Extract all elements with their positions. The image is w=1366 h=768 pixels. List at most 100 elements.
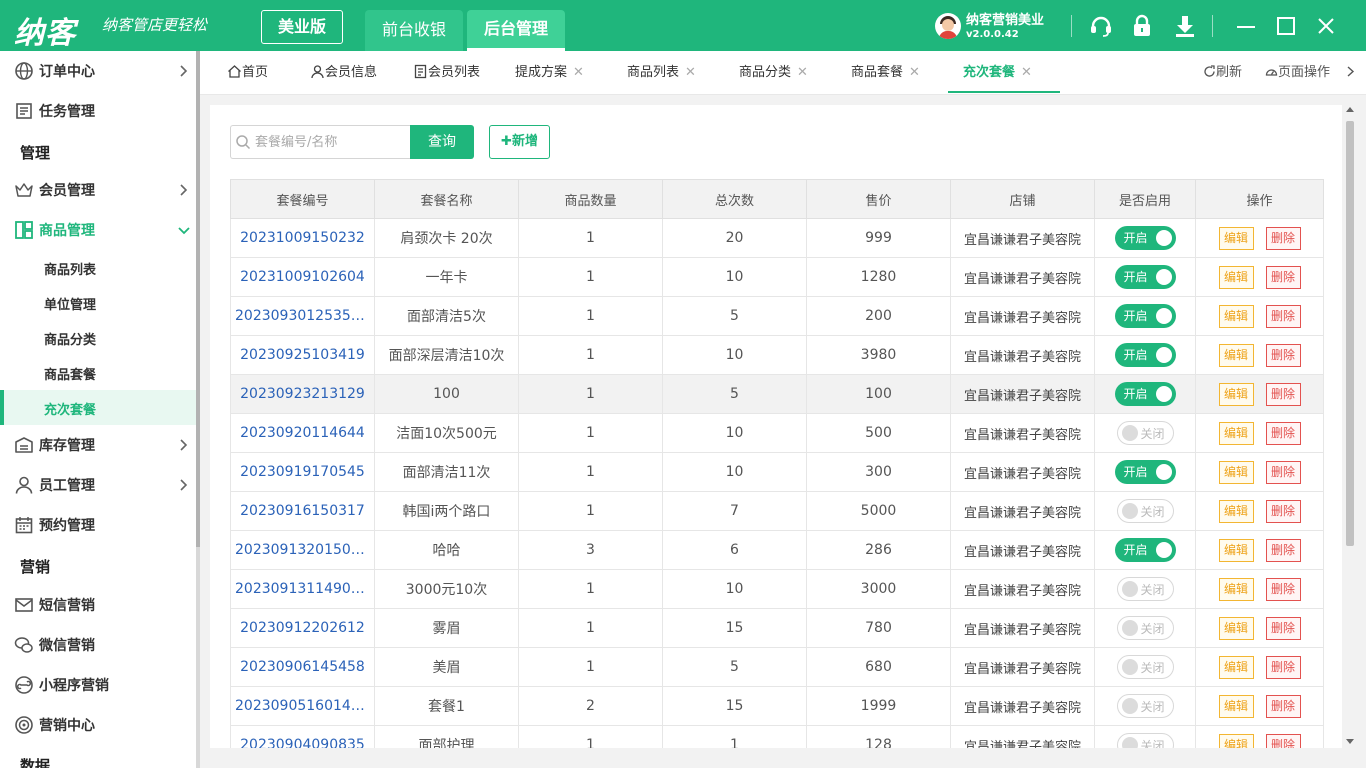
delete-button[interactable]: 删除 (1265, 460, 1301, 484)
sidebar-subitem-unit[interactable]: 单位管理 (0, 285, 196, 320)
close-icon[interactable]: ✕ (909, 65, 920, 80)
delete-button[interactable]: 删除 (1265, 304, 1301, 328)
edit-button[interactable]: 编辑 (1218, 694, 1254, 718)
package-code-link[interactable]: 202309301253546... (230, 296, 375, 336)
edit-button[interactable]: 编辑 (1218, 655, 1254, 679)
table-row[interactable]: 20230925103419 面部深层清洁10次 1 10 3980 宜昌谦谦君子美容院 开… (230, 335, 1324, 375)
table-row[interactable]: 202309132015045... 哈哈 3 6 286 宜昌谦谦君子美容院 开启 编辑 删除 (230, 530, 1324, 570)
delete-button[interactable]: 删除 (1265, 694, 1301, 718)
tab-goods-package[interactable]: 商品套餐 ✕ (851, 51, 920, 95)
table-row[interactable]: 20230920114644 洁面10次500元 1 10 500 宜昌谦谦君子美容院 关闭… (230, 413, 1324, 453)
delete-button[interactable]: 删除 (1265, 616, 1301, 640)
edit-button[interactable]: 编辑 (1218, 382, 1254, 406)
enabled-toggle[interactable]: 关闭 (1116, 655, 1174, 679)
edit-button[interactable]: 编辑 (1218, 538, 1254, 562)
close-icon[interactable]: ✕ (573, 65, 584, 80)
package-code-link[interactable]: 202309132015045... (230, 530, 375, 570)
edit-button[interactable]: 编辑 (1218, 733, 1254, 748)
package-code-link[interactable]: 20230916150317 (230, 491, 375, 531)
table-row[interactable]: 20230916150317 韩国i两个路口 1 7 5000 宜昌谦谦君子美容院 关闭 编辑… (230, 491, 1324, 531)
delete-button[interactable]: 删除 (1265, 343, 1301, 367)
table-row[interactable]: 202309301253546... 面部清洁5次 1 5 200 宜昌谦谦君子美容院 开启… (230, 296, 1324, 336)
tabs-scroll-right-button[interactable] (1344, 51, 1357, 95)
avatar[interactable] (935, 13, 961, 39)
enabled-toggle[interactable]: 开启 (1114, 538, 1176, 562)
close-icon[interactable] (1313, 13, 1339, 39)
enabled-toggle[interactable]: 关闭 (1116, 616, 1174, 640)
sidebar-item-stock[interactable]: 库存管理 (0, 425, 196, 465)
table-row[interactable]: 202309131149096... 3000元10次 1 10 3000 宜昌谦谦君子美… (230, 569, 1324, 609)
edit-button[interactable]: 编辑 (1218, 226, 1254, 250)
package-code-link[interactable]: 20231009102604 (230, 257, 375, 297)
sidebar-item-staff[interactable]: 员工管理 (0, 465, 196, 505)
add-button[interactable]: ✚新增 (489, 125, 550, 159)
package-code-link[interactable]: 20230912202612 (230, 608, 375, 648)
sidebar-item-goods[interactable]: 商品管理 (0, 210, 196, 250)
tab-member-list[interactable]: 会员列表 (413, 51, 480, 95)
package-code-link[interactable]: 20230904090835 (230, 725, 375, 748)
table-row[interactable]: 20231009102604 一年卡 1 10 1280 宜昌谦谦君子美容院 开启 编辑 删除 (230, 257, 1324, 297)
sidebar-scrollbar[interactable] (196, 51, 200, 768)
sidebar-item-tasks[interactable]: 任务管理 (0, 91, 196, 131)
tab-member-info[interactable]: 会员信息 (310, 51, 377, 95)
enabled-toggle[interactable]: 关闭 (1116, 499, 1174, 523)
edit-button[interactable]: 编辑 (1218, 304, 1254, 328)
refresh-button[interactable]: 刷新 (1203, 51, 1242, 95)
edit-button[interactable]: 编辑 (1218, 343, 1254, 367)
package-code-link[interactable]: 20230920114644 (230, 413, 375, 453)
delete-button[interactable]: 删除 (1265, 733, 1301, 748)
table-row[interactable]: 20230912202612 雾眉 1 15 780 宜昌谦谦君子美容院 关闭 编辑 删除 (230, 608, 1324, 648)
package-code-link[interactable]: 20230919170545 (230, 452, 375, 492)
user-name[interactable]: 纳客营销美业 (966, 9, 1044, 28)
package-code-link[interactable]: 202309051601482... (230, 686, 375, 726)
package-code-link[interactable]: 20231009150232 (230, 218, 375, 258)
table-row[interactable]: 20230904090835 面部护理 1 1 128 宜昌谦谦君子美容院 关闭 编辑 删除 (230, 725, 1324, 748)
enabled-toggle[interactable]: 关闭 (1116, 421, 1174, 445)
tab-commission[interactable]: 提成方案 ✕ (515, 51, 584, 95)
table-row[interactable]: 20230923213129 100 1 5 100 宜昌谦谦君子美容院 开启 编辑 删除 (230, 374, 1324, 414)
maximize-icon[interactable] (1273, 13, 1299, 39)
edit-button[interactable]: 编辑 (1218, 421, 1254, 445)
edit-button[interactable]: 编辑 (1218, 616, 1254, 640)
sidebar-subitem-category[interactable]: 商品分类 (0, 320, 196, 355)
enabled-toggle[interactable]: 关闭 (1116, 577, 1174, 601)
close-icon[interactable]: ✕ (797, 65, 808, 80)
sidebar-subitem-goods-list[interactable]: 商品列表 (0, 250, 196, 285)
page-ops-button[interactable]: 页面操作 (1265, 51, 1330, 95)
package-code-link[interactable]: 20230906145458 (230, 647, 375, 687)
scroll-down-icon[interactable] (1346, 739, 1354, 744)
content-scrollbar[interactable] (1344, 105, 1356, 748)
table-row[interactable]: 20230906145458 美眉 1 5 680 宜昌谦谦君子美容院 关闭 编辑 删除 (230, 647, 1324, 687)
close-icon[interactable]: ✕ (1021, 65, 1032, 80)
tab-recharge-package[interactable]: 充次套餐 ✕ (963, 51, 1032, 95)
tab-goods-list[interactable]: 商品列表 ✕ (627, 51, 696, 95)
edit-button[interactable]: 编辑 (1218, 577, 1254, 601)
tab-back-admin[interactable]: 后台管理 (467, 10, 565, 51)
enabled-toggle[interactable]: 开启 (1114, 460, 1176, 484)
scrollbar-thumb[interactable] (1346, 121, 1354, 546)
delete-button[interactable]: 删除 (1265, 265, 1301, 289)
close-icon[interactable]: ✕ (685, 65, 696, 80)
table-row[interactable]: 202309051601482... 套餐1 2 15 1999 宜昌谦谦君子美容院 关闭 编… (230, 686, 1324, 726)
package-code-link[interactable]: 20230923213129 (230, 374, 375, 414)
sidebar-item-orders[interactable]: 订单中心 (0, 51, 196, 91)
delete-button[interactable]: 删除 (1265, 577, 1301, 601)
sidebar-subitem-recharge[interactable]: 充次套餐 (0, 390, 196, 425)
delete-button[interactable]: 删除 (1265, 421, 1301, 445)
minimize-icon[interactable] (1233, 13, 1259, 39)
headset-icon[interactable] (1088, 13, 1114, 39)
search-input[interactable] (255, 128, 405, 156)
package-code-link[interactable]: 20230925103419 (230, 335, 375, 375)
tab-goods-category[interactable]: 商品分类 ✕ (739, 51, 808, 95)
edition-button[interactable]: 美业版 (261, 10, 343, 44)
enabled-toggle[interactable]: 开启 (1114, 343, 1176, 367)
scroll-up-icon[interactable] (1346, 107, 1354, 112)
delete-button[interactable]: 删除 (1265, 499, 1301, 523)
delete-button[interactable]: 删除 (1265, 226, 1301, 250)
search-field[interactable] (230, 125, 410, 159)
delete-button[interactable]: 删除 (1265, 655, 1301, 679)
delete-button[interactable]: 删除 (1265, 538, 1301, 562)
enabled-toggle[interactable]: 开启 (1114, 265, 1176, 289)
enabled-toggle[interactable]: 关闭 (1116, 694, 1174, 718)
sidebar-item-members[interactable]: 会员管理 (0, 170, 196, 210)
